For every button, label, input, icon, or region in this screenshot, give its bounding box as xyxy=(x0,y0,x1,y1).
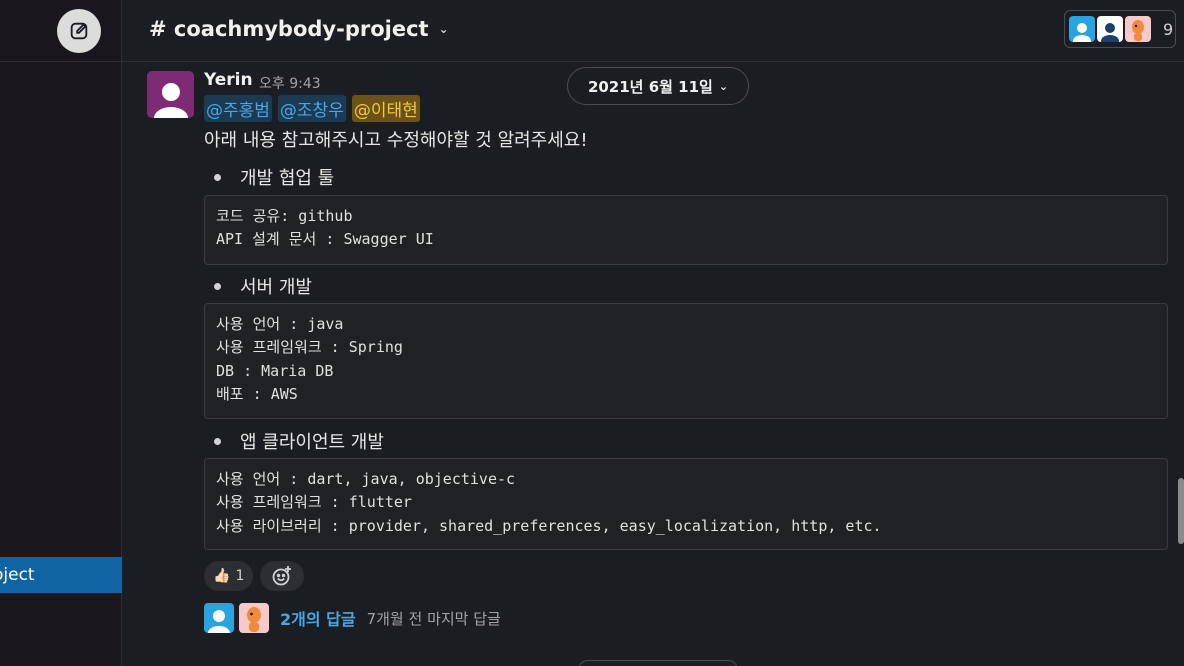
bullet-icon xyxy=(214,173,221,181)
list-item: 앱 클라이언트 개발 xyxy=(214,428,384,454)
last-reply-time: 7개월 전 마지막 답글 xyxy=(366,609,501,628)
code-line: API 설계 문서 : Swagger UI xyxy=(216,230,434,249)
code-block: 코드 공유: github API 설계 문서 : Swagger UI xyxy=(204,195,1168,265)
reply-avatar xyxy=(204,603,234,633)
mention-user[interactable]: @주홍범 xyxy=(204,95,272,122)
date-divider-label: 2021년 6월 11일 xyxy=(587,77,713,96)
add-reaction-button[interactable] xyxy=(260,561,305,591)
code-line: 배포 : AWS xyxy=(216,384,298,403)
scrollbar[interactable] xyxy=(1178,478,1184,544)
code-block: 사용 언어 : dart, java, objective-c 사용 프레임워크… xyxy=(204,458,1168,550)
mention-user[interactable]: @조창우 xyxy=(277,95,346,122)
code-line: 사용 프레임워크 : flutter xyxy=(216,493,412,512)
list-item: 개발 협업 툴 xyxy=(214,164,334,190)
message-timestamp[interactable]: 오후 9:43 xyxy=(259,73,321,93)
member-avatar xyxy=(1125,16,1151,42)
channel-title-button[interactable]: # coachmybody-project ⌄ xyxy=(149,17,449,41)
mention-self[interactable]: @이태현 xyxy=(351,95,420,122)
add-emoji-icon xyxy=(272,566,292,586)
channel-header: # coachmybody-project ⌄ 9 xyxy=(122,0,1184,62)
chevron-down-icon: ⌄ xyxy=(718,79,729,93)
code-line: 사용 언어 : dart, java, objective-c xyxy=(216,470,516,488)
chevron-down-icon: ⌄ xyxy=(438,22,449,36)
author-avatar[interactable] xyxy=(147,71,194,118)
member-avatar xyxy=(1069,16,1095,42)
reactions-bar: 👍🏻 1 xyxy=(204,561,305,591)
code-line: 사용 프레임워크 : Spring xyxy=(216,338,403,357)
sidebar-header xyxy=(0,0,121,62)
section-title: 서버 개발 xyxy=(240,277,312,298)
section-title: 앱 클라이언트 개발 xyxy=(240,432,384,453)
code-block: 사용 언어 : java 사용 프레임워크 : Spring DB : Mari… xyxy=(204,303,1168,419)
reply-avatar xyxy=(239,603,269,633)
list-item: 서버 개발 xyxy=(214,273,312,299)
compose-button[interactable] xyxy=(57,9,101,53)
member-count: 9 xyxy=(1163,19,1174,39)
sidebar-item-channel-active[interactable]: oject xyxy=(0,557,122,593)
mentions: @주홍범 @조창우 @이태현 xyxy=(204,95,420,122)
channel-name: # coachmybody-project xyxy=(149,17,429,41)
member-avatar xyxy=(1097,16,1123,42)
message-text: 아래 내용 참고해주시고 수정해야할 것 알려주세요! xyxy=(204,130,588,151)
date-divider-button[interactable] xyxy=(578,660,738,666)
code-line: 코드 공유: github xyxy=(216,207,353,225)
code-line: DB : Maria DB xyxy=(216,361,334,380)
thread-summary[interactable]: 2개의 답글 7개월 전 마지막 답글 xyxy=(204,603,501,633)
code-line: 사용 언어 : java xyxy=(216,315,344,333)
bullet-icon xyxy=(214,437,221,445)
bullet-icon xyxy=(214,282,221,290)
reply-count-link[interactable]: 2개의 답글 xyxy=(280,606,356,630)
reaction-count: 1 xyxy=(235,568,245,584)
reaction-thumbs-up[interactable]: 👍🏻 1 xyxy=(204,561,254,591)
section-title: 개발 협업 툴 xyxy=(240,168,335,189)
date-divider-button[interactable]: 2021년 6월 11일 ⌄ xyxy=(567,67,749,105)
thumbs-up-icon: 👍🏻 xyxy=(213,568,231,584)
sidebar-item-label: oject xyxy=(0,565,35,585)
compose-icon xyxy=(70,22,88,40)
message-author[interactable]: Yerin xyxy=(204,70,253,90)
sidebar: oject xyxy=(0,0,122,666)
members-button[interactable]: 9 xyxy=(1064,10,1176,48)
code-line: 사용 라이브러리 : provider, shared_preferences,… xyxy=(216,516,882,535)
